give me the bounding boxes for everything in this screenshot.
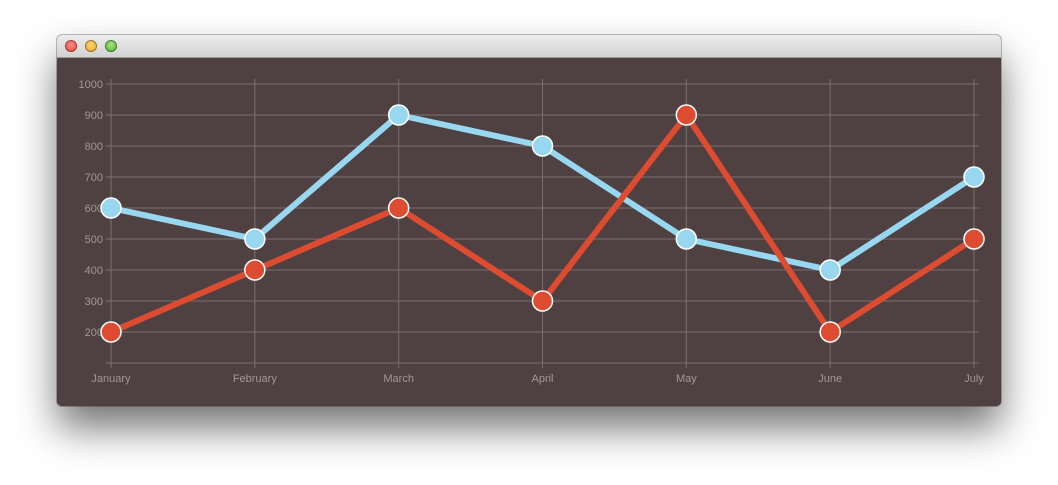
y-tick-label: 1000 <box>79 79 103 91</box>
series-1-point[interactable] <box>387 104 410 126</box>
x-tick-label: May <box>676 373 697 385</box>
y-tick-label: 600 <box>85 203 103 215</box>
close-window-button[interactable] <box>65 40 77 52</box>
y-tick-label: 800 <box>85 141 103 153</box>
app-window: 200 300 400 500 600 700 800 900 1000 January Febr… <box>57 35 1001 406</box>
x-tick-label: July <box>964 373 984 385</box>
series-2-point[interactable] <box>531 290 554 312</box>
chart-area: 200 300 400 500 600 700 800 900 1000 January Febr… <box>57 58 1001 406</box>
zoom-window-button[interactable] <box>105 40 117 52</box>
x-tick-label: June <box>818 373 842 385</box>
x-tick-label: March <box>383 373 414 385</box>
series-1-point[interactable] <box>531 135 554 157</box>
series-2-point[interactable] <box>963 228 985 250</box>
y-axis-tick-labels: 200 300 400 500 600 700 800 900 1000 <box>79 79 103 339</box>
x-tick-label: January <box>91 373 131 385</box>
line-chart: 200 300 400 500 600 700 800 900 1000 January Febr… <box>79 79 985 385</box>
series-2-point[interactable] <box>819 321 841 343</box>
series-1-point[interactable] <box>963 166 985 188</box>
y-tick-label: 900 <box>85 110 103 122</box>
x-axis-tick-labels: January February March April May June July <box>91 373 984 385</box>
series-1-point[interactable] <box>819 259 841 281</box>
grid-lines <box>106 79 979 368</box>
minimize-window-button[interactable] <box>85 40 97 52</box>
y-tick-label: 300 <box>85 296 103 308</box>
title-bar[interactable] <box>57 35 1001 58</box>
series-1-point[interactable] <box>100 197 122 219</box>
y-tick-label: 200 <box>85 327 103 339</box>
y-tick-label: 500 <box>85 234 103 246</box>
x-tick-label: April <box>531 373 553 385</box>
series-2-point[interactable] <box>675 104 698 126</box>
series-2-point[interactable] <box>387 197 410 219</box>
series-2-point[interactable] <box>100 321 122 343</box>
series-1-point[interactable] <box>244 228 266 250</box>
x-tick-label: February <box>233 373 278 385</box>
series-1-point[interactable] <box>675 228 698 250</box>
y-tick-label: 700 <box>85 172 103 184</box>
series-2-point[interactable] <box>244 259 266 281</box>
y-tick-label: 400 <box>85 265 103 277</box>
